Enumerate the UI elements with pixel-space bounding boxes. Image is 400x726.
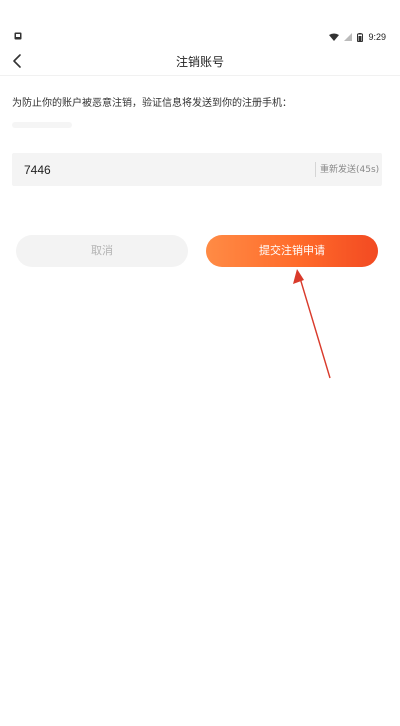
resend-code-button[interactable]: 重新发送(45s) [320, 162, 379, 175]
verification-notice: 为防止你的账户被恶意注销，验证信息将发送到你的注册手机： [12, 98, 292, 109]
wifi-icon [329, 33, 340, 41]
divider [315, 162, 316, 177]
delete-account-screen: 9:29 注销账号 为防止你的账户被恶意注销，验证信息将发送到你的注册手机： 重… [0, 0, 400, 726]
clock: 9:29 [368, 32, 386, 42]
status-icons: 9:29 [329, 32, 386, 42]
verification-code-row: 重新发送(45s) [12, 153, 382, 186]
status-bar: 9:29 [0, 0, 400, 42]
annotation-arrow-icon [293, 269, 331, 379]
cancel-button[interactable]: 取消 [16, 235, 188, 267]
masked-phone-placeholder [12, 122, 72, 128]
verification-code-input[interactable] [12, 153, 302, 186]
battery-icon [357, 32, 364, 42]
page-title: 注销账号 [175, 55, 224, 69]
submit-deletion-button[interactable]: 提交注销申请 [206, 235, 378, 267]
notification-icon [14, 32, 22, 40]
nav-bar: 注销账号 [0, 46, 400, 76]
signal-icon [344, 33, 353, 41]
